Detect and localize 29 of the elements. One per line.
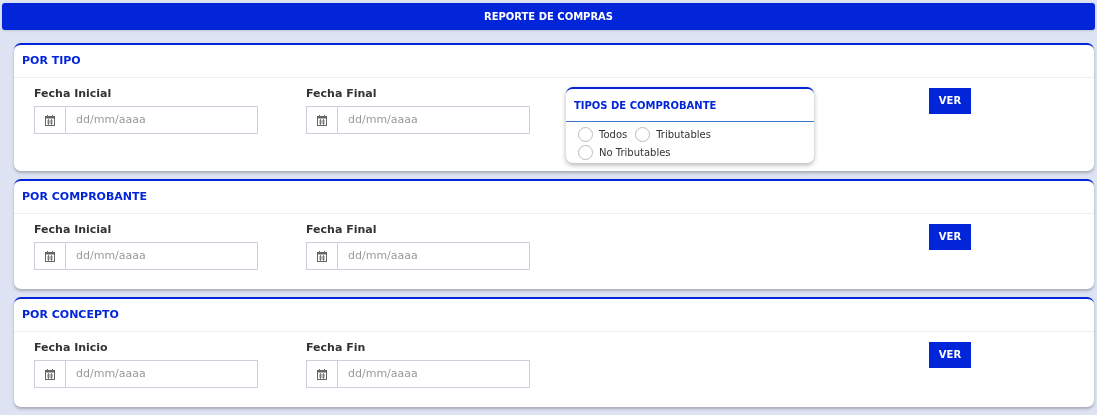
calendar-icon: [317, 368, 327, 380]
field-label: Fecha Inicial: [34, 87, 112, 101]
date-field[interactable]: dd/mm/aaaa: [338, 360, 530, 388]
field-label: Fecha Fin: [306, 341, 366, 355]
view-button[interactable]: VER: [929, 223, 971, 250]
panel-title: TIPOS DE COMPROBANTE: [574, 98, 717, 113]
radio-label: Todos: [599, 128, 628, 142]
card-title: POR COMPROBANTE: [22, 188, 148, 205]
radio-label: Tributables: [656, 128, 711, 142]
field-label: Fecha Inicio: [34, 341, 108, 355]
field-label: Fecha Inicial: [34, 223, 112, 237]
card-title: POR TIPO: [22, 52, 81, 69]
calendar-icon: [45, 114, 55, 126]
calendar-icon: [45, 250, 55, 262]
date-field[interactable]: dd/mm/aaaa: [66, 360, 258, 388]
date-field[interactable]: dd/mm/aaaa: [338, 242, 530, 270]
calendar-icon: [317, 114, 327, 126]
card-title: POR CONCEPTO: [22, 306, 119, 323]
calendar-icon: [317, 250, 327, 262]
radio-label: No Tributables: [599, 146, 671, 160]
page-title: REPORTE DE COMPRAS: [483, 10, 614, 24]
view-button[interactable]: VER: [929, 87, 971, 114]
calendar-icon: [45, 368, 55, 380]
field-label: Fecha Final: [306, 87, 377, 101]
date-field[interactable]: dd/mm/aaaa: [338, 106, 530, 134]
date-field[interactable]: dd/mm/aaaa: [66, 242, 258, 270]
date-field[interactable]: dd/mm/aaaa: [66, 106, 258, 134]
view-button[interactable]: VER: [929, 341, 971, 368]
field-label: Fecha Final: [306, 223, 377, 237]
